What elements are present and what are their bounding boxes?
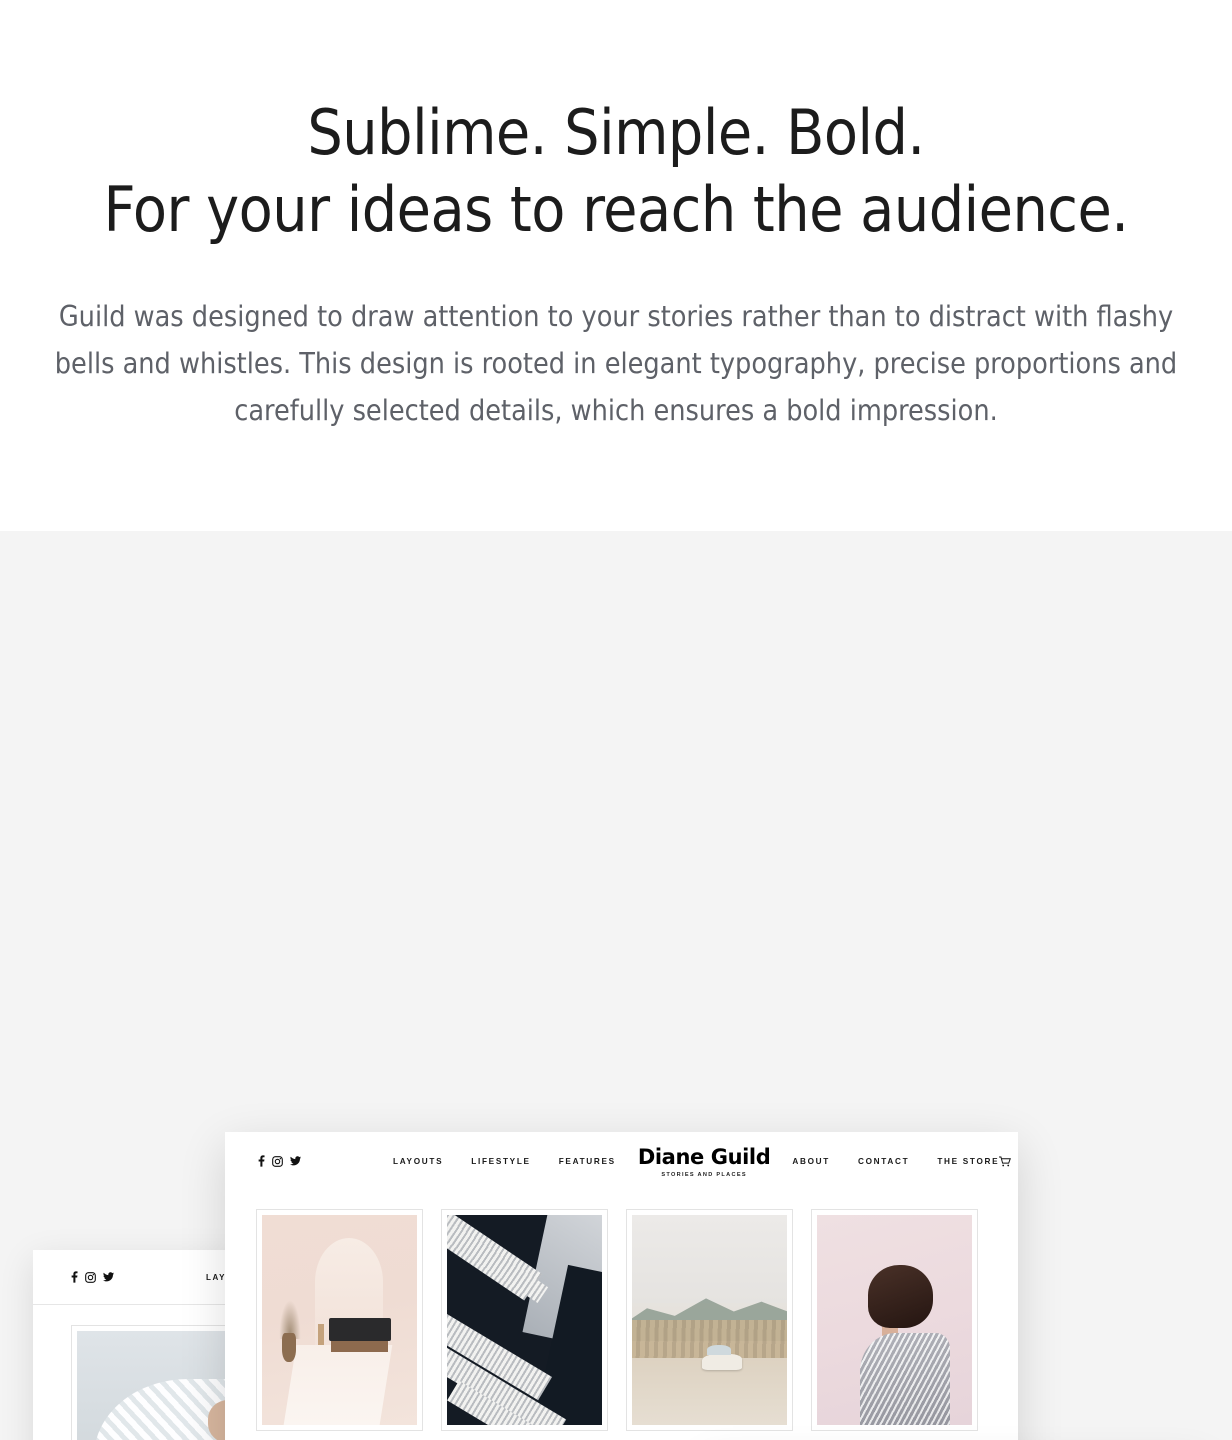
instagram-icon[interactable] <box>85 1271 96 1283</box>
photo-desert-road-car <box>632 1215 787 1425</box>
cart-icon[interactable] <box>999 1156 1012 1167</box>
site-header-b: LAYOUTS LIFESTYLE FEATURES Diane Guild S… <box>225 1132 1018 1190</box>
photo-beige-interior <box>262 1215 417 1425</box>
photo-pink-portrait-bob <box>817 1215 972 1425</box>
instagram-icon[interactable] <box>272 1155 283 1167</box>
article-thumbnail-b-2[interactable] <box>441 1209 608 1431</box>
article-card-b-1[interactable]: ARCHITECTURE FEB 07, 2021 How Spaces For… <box>256 1209 423 1440</box>
nav-right-b[interactable]: ABOUT CONTACT THE STORE <box>792 1157 999 1166</box>
article-thumbnail-b-4[interactable] <box>811 1209 978 1431</box>
facebook-icon[interactable] <box>258 1155 265 1167</box>
page-title-line-1: Sublime. Simple. Bold. <box>307 96 925 169</box>
theme-showcase-stage: LAYOUTS DESIGN MAR 04, 20 App <box>0 531 1232 1440</box>
page-title-line-2: For your ideas to reach the audience. <box>103 172 1129 246</box>
nav-left-b[interactable]: LAYOUTS LIFESTYLE FEATURES <box>393 1157 616 1166</box>
twitter-icon[interactable] <box>103 1272 114 1282</box>
hero-subtitle: Guild was designed to draw attention to … <box>54 299 1178 428</box>
photo-staircase-architecture <box>447 1215 602 1425</box>
article-card-b-4[interactable]: DESIGN JAN 12, 2021 5 Things I Wish I Kn… <box>811 1209 978 1440</box>
article-card-b-2[interactable]: LIFESTYLE JAN 24, 2021 Study Reveals Wha… <box>441 1209 608 1440</box>
nav-item-features[interactable]: FEATURES <box>559 1157 616 1166</box>
nav-item-layouts[interactable]: LAYOUTS <box>393 1157 443 1166</box>
article-grid-row-1: ARCHITECTURE FEB 07, 2021 How Spaces For… <box>225 1209 1018 1440</box>
nav-item-lifestyle[interactable]: LIFESTYLE <box>471 1157 530 1166</box>
header-utilities-b[interactable] <box>999 1155 1018 1167</box>
twitter-icon[interactable] <box>290 1156 301 1166</box>
site-brand-b[interactable]: Diane Guild STORIES AND PLACES <box>638 1145 771 1178</box>
article-thumbnail-b-1[interactable] <box>256 1209 423 1431</box>
nav-item-contact[interactable]: CONTACT <box>858 1157 909 1166</box>
nav-item-about[interactable]: ABOUT <box>792 1157 830 1166</box>
social-links-a[interactable] <box>71 1271 114 1283</box>
page-title: Sublime. Simple. Bold. For your ideas to… <box>0 95 1232 249</box>
nav-item-the-store[interactable]: THE STORE <box>937 1157 999 1166</box>
mockup-main-blog-grid[interactable]: LAYOUTS LIFESTYLE FEATURES Diane Guild S… <box>225 1132 1018 1440</box>
facebook-icon[interactable] <box>71 1271 78 1283</box>
article-card-b-3[interactable]: LIFESTYLE JAN 16, 2021 Taking Road Trips… <box>626 1209 793 1440</box>
article-thumbnail-b-3[interactable] <box>626 1209 793 1431</box>
hero-section: Sublime. Simple. Bold. For your ideas to… <box>0 0 1232 531</box>
social-links-b[interactable] <box>258 1155 301 1167</box>
brand-name[interactable]: Diane Guild <box>638 1145 771 1169</box>
brand-tagline: STORIES AND PLACES <box>661 1171 747 1178</box>
